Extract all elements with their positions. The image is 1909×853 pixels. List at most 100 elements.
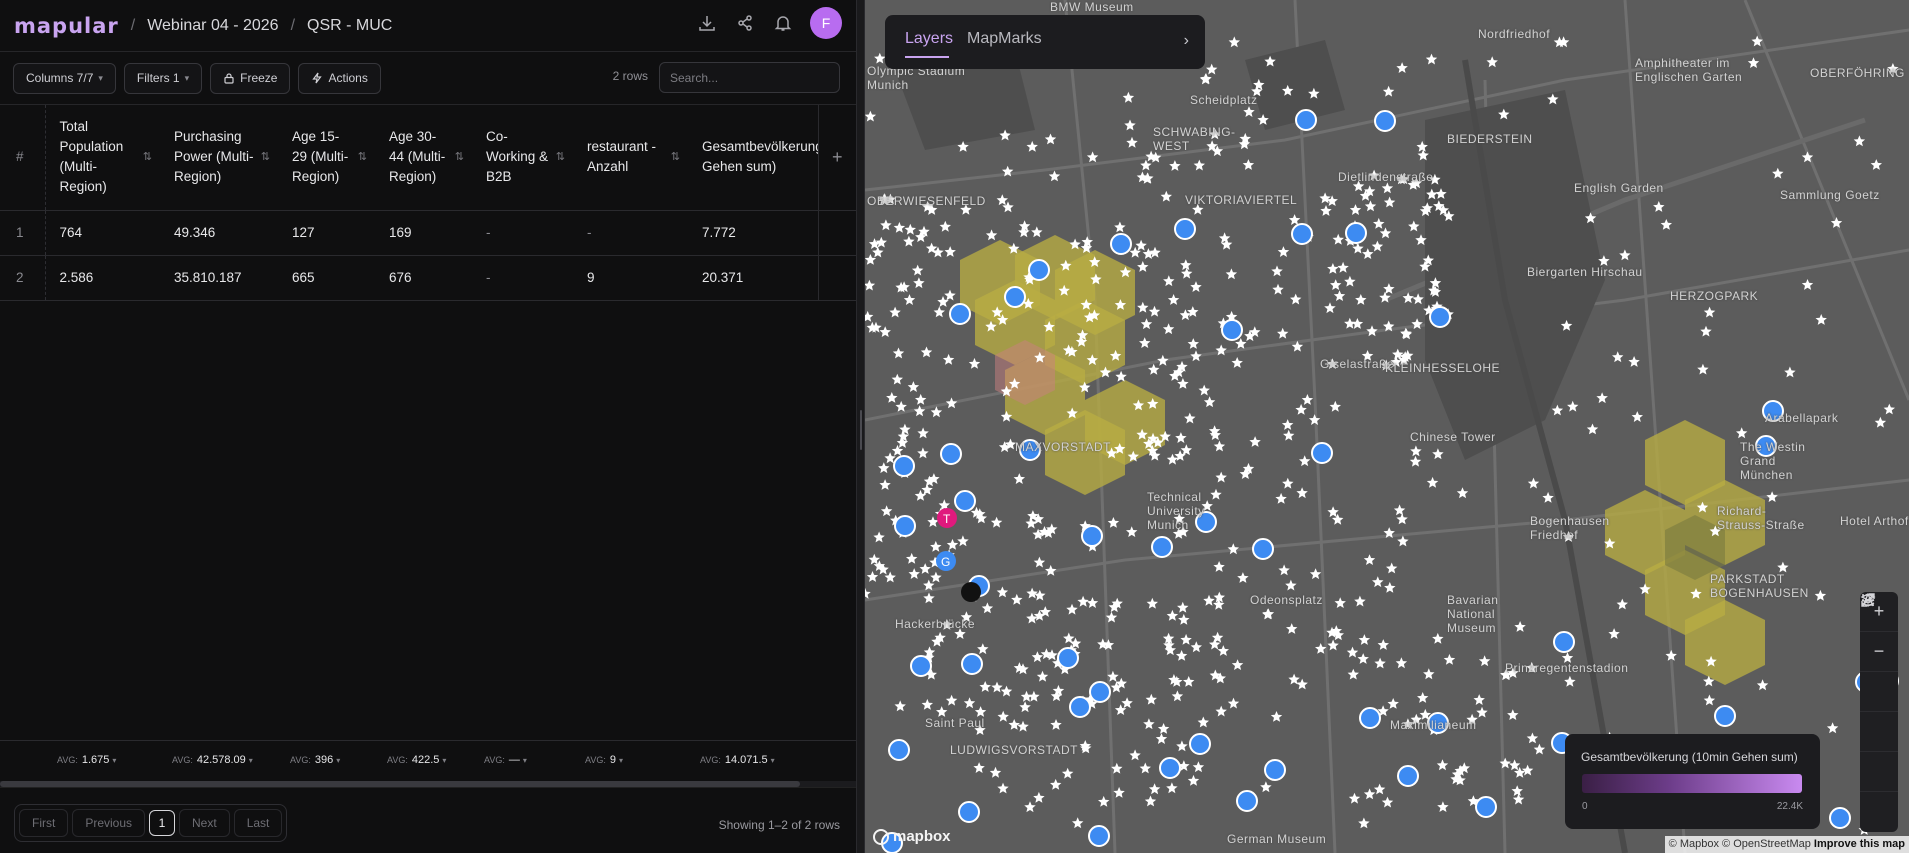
avg-cell[interactable]: AVG: — ▾ (484, 754, 527, 766)
restaurant-star-marker (1381, 796, 1394, 808)
map-canvas[interactable]: T G (865, 0, 1909, 853)
improve-map-link[interactable]: Improve this map (1814, 838, 1905, 850)
table-row[interactable]: 1 764 49.346 127 169 - - 7.772 (0, 210, 856, 256)
sort-icon[interactable]: ⇅ (671, 147, 680, 167)
map-label: Bogenhausen Friedhof (1530, 514, 1610, 542)
poi-circle-marker (1475, 796, 1497, 818)
table-cell[interactable]: - (472, 255, 573, 301)
sort-icon[interactable]: ⇅ (358, 147, 367, 167)
table-cell[interactable]: - (472, 210, 573, 256)
avg-cell[interactable]: AVG: 1.675 ▾ (57, 754, 116, 766)
compass-icon[interactable] (1860, 593, 1898, 712)
tab-mapmarks[interactable]: MapMarks (967, 30, 1042, 48)
last-page-button[interactable]: Last (233, 809, 283, 837)
freeze-button[interactable]: Freeze (210, 62, 291, 94)
restaurant-star-marker (1283, 429, 1295, 441)
next-page-button[interactable]: Next (179, 809, 230, 837)
restaurant-star-marker (1616, 598, 1628, 610)
search-input[interactable] (659, 62, 840, 93)
columns-button[interactable]: Columns 7/7 ▾ (13, 62, 116, 94)
column-header[interactable]: Purchasing Power (Multi-Region) ⇅ (160, 105, 278, 211)
avg-cell[interactable]: AVG: 14.071.5 ▾ (700, 754, 775, 766)
page-number-button[interactable]: 1 (149, 810, 176, 836)
restaurant-star-marker (1270, 711, 1283, 722)
restaurant-star-marker (1190, 281, 1202, 292)
filters-button[interactable]: Filters 1 ▾ (123, 62, 203, 94)
table-cell[interactable]: 676 (375, 255, 472, 301)
table-cell[interactable]: 169 (375, 210, 472, 256)
table-cell[interactable]: 127 (278, 210, 375, 256)
column-header[interactable]: Gesamtbevölkerung (10min Gehen sum) (688, 105, 818, 211)
user-avatar[interactable]: F (810, 7, 842, 39)
table-cell[interactable]: 9 (573, 255, 688, 301)
avg-cell[interactable]: AVG: 396 ▾ (290, 754, 340, 766)
row-index: 2 (0, 255, 46, 301)
restaurant-star-marker (944, 289, 956, 301)
tab-layers[interactable]: Layers (905, 30, 953, 48)
restaurant-star-marker (944, 246, 956, 257)
legend-list-icon[interactable] (1860, 594, 1898, 792)
data-table-container: # Total Population (Multi-Region) ⇅ Purch… (0, 105, 856, 740)
column-header[interactable]: Total Population (Multi-Region) ⇅ (45, 105, 160, 211)
download-icon[interactable] (696, 12, 718, 34)
breadcrumb-project[interactable]: Webinar 04 - 2026 (147, 17, 278, 35)
table-cell[interactable]: 2.586 (45, 255, 160, 301)
layers-icon[interactable] (1860, 593, 1898, 832)
table-cell[interactable]: 49.346 (160, 210, 278, 256)
restaurant-star-marker (1077, 595, 1089, 607)
column-header[interactable]: Co-Working & B2B ⇅ (472, 105, 573, 211)
table-cell[interactable]: - (573, 210, 688, 256)
column-header[interactable]: restaurant - Anzahl ⇅ (573, 105, 688, 211)
fullscreen-icon[interactable] (1860, 593, 1898, 752)
data-panel: mapular / Webinar 04 - 2026 / QSR - MUC … (0, 0, 856, 853)
restaurant-star-marker (1396, 513, 1408, 525)
map-label: Hotel Arthof (1840, 514, 1909, 528)
add-column-button[interactable]: + (817, 105, 856, 211)
app-logo[interactable]: mapular (14, 14, 119, 38)
table-cell[interactable]: 35.810.187 (160, 255, 278, 301)
zoom-out-button[interactable]: − (1860, 632, 1898, 672)
panel-resize-handle[interactable] (856, 0, 865, 853)
sort-icon[interactable]: ⇅ (556, 147, 565, 167)
avg-cell[interactable]: AVG: 9 ▾ (585, 754, 623, 766)
avg-cell[interactable]: AVG: 422.5 ▾ (387, 754, 446, 766)
map-view[interactable]: T G BMW Museum Olympic Stadium Munich Sc… (865, 0, 1909, 853)
map-label: Biergarten Hirschau (1527, 265, 1643, 279)
table-cell[interactable]: 20.371 (688, 255, 818, 301)
map-label: Nordfriedhof (1478, 27, 1551, 41)
column-header[interactable]: Age 30-44 (Multi-Region) ⇅ (375, 105, 472, 211)
table-cell[interactable]: 665 (278, 255, 375, 301)
index-header: # (0, 105, 46, 211)
restaurant-star-marker (1619, 249, 1631, 261)
restaurant-star-marker (1476, 706, 1488, 718)
share-icon[interactable] (734, 12, 756, 34)
sort-icon[interactable]: ⇅ (455, 147, 464, 167)
table-row[interactable]: 2 2.586 35.810.187 665 676 - 9 20.371 (0, 255, 856, 301)
restaurant-star-marker (1521, 764, 1534, 776)
bell-icon[interactable] (772, 12, 794, 34)
attribution-mapbox[interactable]: © Mapbox (1669, 838, 1719, 850)
sort-icon[interactable]: ⇅ (143, 147, 152, 167)
map-label: PARKSTADT BOGENHAUSEN (1710, 572, 1809, 600)
avg-cell[interactable]: AVG: 42.578.09 ▾ (172, 754, 253, 766)
first-page-button[interactable]: First (19, 809, 69, 837)
restaurant-star-marker (1277, 246, 1290, 257)
restaurant-star-marker (945, 694, 958, 706)
restaurant-star-marker (1008, 719, 1020, 730)
restaurant-star-marker (1028, 690, 1040, 702)
previous-page-button[interactable]: Previous (72, 809, 146, 837)
map-label: BIEDERSTEIN (1447, 132, 1533, 146)
restaurant-star-marker (1511, 785, 1523, 796)
breadcrumb-map[interactable]: QSR - MUC (307, 17, 392, 35)
table-cell[interactable]: 764 (45, 210, 160, 256)
restaurant-star-marker (1167, 294, 1180, 305)
column-header[interactable]: Age 15-29 (Multi-Region) ⇅ (278, 105, 375, 211)
sort-icon[interactable]: ⇅ (261, 147, 270, 167)
table-cell[interactable]: 7.772 (688, 210, 818, 256)
mapbox-logo[interactable]: mapbox (873, 828, 951, 845)
chevron-down-icon: ▾ (336, 756, 341, 765)
attribution-osm[interactable]: © OpenStreetMap (1722, 838, 1811, 850)
resize-grip[interactable] (860, 410, 862, 450)
chevron-right-icon[interactable]: › (1184, 32, 1189, 50)
actions-button[interactable]: Actions (298, 62, 381, 94)
